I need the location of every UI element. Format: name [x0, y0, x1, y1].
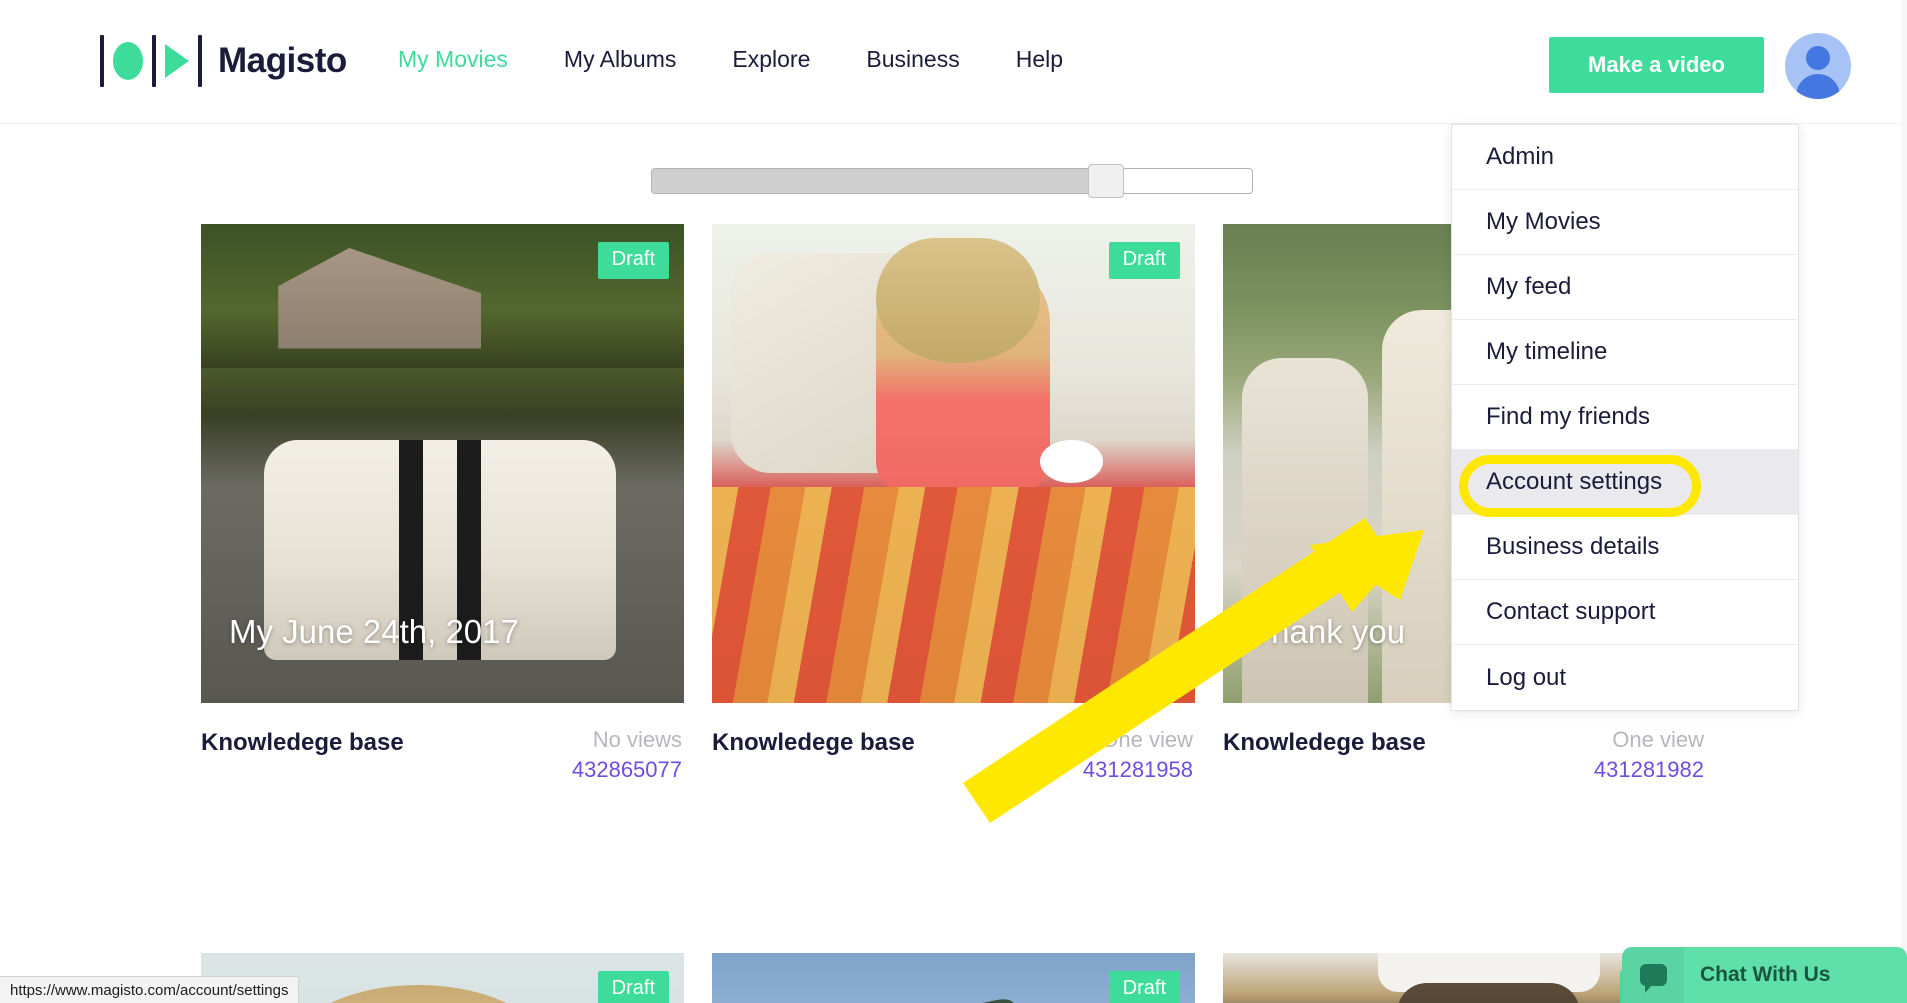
brand-name: Magisto [218, 41, 347, 80]
nav-item-help[interactable]: Help [1016, 46, 1063, 73]
chat-bubble-icon [1622, 947, 1684, 1003]
chat-with-us-widget[interactable]: Chat With Us [1622, 947, 1907, 1003]
zoom-slider[interactable] [651, 164, 1253, 198]
zoom-slider-thumb[interactable] [1088, 164, 1124, 198]
brand-logo[interactable]: Magisto [100, 30, 347, 92]
logo-bar-right [198, 35, 202, 87]
nav-item-my-movies[interactable]: My Movies [398, 46, 508, 73]
menu-item-account-settings[interactable]: Account settings [1452, 450, 1798, 515]
logo-bar-left [100, 35, 104, 87]
zoom-slider-fill [652, 169, 1104, 193]
movie-thumbnail[interactable]: Draft Stay warm [712, 224, 1195, 703]
movie-card[interactable]: Draft Stay warm Knowledege base One view… [712, 224, 1195, 795]
movie-views: No views [592, 727, 682, 752]
movie-thumbnail[interactable]: Draft My June 24th, 2017 [201, 224, 684, 703]
browser-status-bar: https://www.magisto.com/account/settings [0, 976, 300, 1003]
page-root: Magisto My Movies My Albums Explore Busi… [0, 0, 1907, 1003]
user-avatar-icon-head [1806, 46, 1830, 70]
user-avatar-icon-body [1796, 74, 1840, 99]
movie-name: Knowledege base [712, 729, 915, 756]
status-badge: Draft [597, 971, 669, 1003]
nav-item-explore[interactable]: Explore [732, 46, 810, 73]
movie-views: One view [1612, 727, 1704, 752]
magisto-play-logo-icon [100, 35, 202, 87]
nav-item-business[interactable]: Business [866, 46, 959, 73]
movie-id[interactable]: 431281982 [1594, 757, 1704, 783]
menu-item-my-movies[interactable]: My Movies [1452, 190, 1798, 255]
menu-item-log-out[interactable]: Log out [1452, 645, 1798, 710]
menu-item-admin[interactable]: Admin [1452, 125, 1798, 190]
movie-meta: Knowledege base One view 431281982 [1223, 727, 1706, 795]
movie-thumbnail[interactable]: Draft [712, 953, 1195, 1003]
zoom-slider-track[interactable] [651, 168, 1253, 194]
movie-overlay-title: My June 24th, 2017 [229, 613, 519, 650]
movie-overlay-title: Thank you [1251, 613, 1406, 650]
movie-id[interactable]: 431281958 [1083, 757, 1193, 783]
menu-item-contact-support[interactable]: Contact support [1452, 580, 1798, 645]
menu-item-my-timeline[interactable]: My timeline [1452, 320, 1798, 385]
menu-item-my-feed[interactable]: My feed [1452, 255, 1798, 320]
movie-card[interactable]: Draft My June 24th, 2017 Knowledege base… [201, 224, 684, 795]
status-badge: Draft [1108, 242, 1180, 279]
account-dropdown-menu: Admin My Movies My feed My timeline Find… [1451, 124, 1799, 711]
site-header: Magisto My Movies My Albums Explore Busi… [0, 0, 1907, 124]
movie-views: One view [1101, 727, 1193, 752]
menu-item-business-details[interactable]: Business details [1452, 515, 1798, 580]
movie-name: Knowledege base [1223, 729, 1426, 756]
status-badge: Draft [597, 242, 669, 279]
make-a-video-button[interactable]: Make a video [1549, 37, 1764, 93]
status-badge: Draft [1108, 971, 1180, 1003]
movie-name: Knowledege base [201, 729, 404, 756]
movies-row-2: Draft Draft Draft [201, 953, 1707, 1003]
chat-with-us-label: Chat With Us [1700, 963, 1831, 986]
movie-id[interactable]: 432865077 [572, 757, 682, 783]
thumbnail-image [712, 224, 1195, 703]
logo-play-triangle [165, 44, 189, 78]
main-nav: My Movies My Albums Explore Business Hel… [398, 46, 1119, 73]
movie-meta: Knowledege base No views 432865077 [201, 727, 684, 795]
nav-item-my-albums[interactable]: My Albums [564, 46, 676, 73]
logo-circle [113, 42, 143, 80]
movie-meta: Knowledege base One view 431281958 [712, 727, 1195, 795]
movie-card[interactable]: Draft [712, 953, 1195, 1003]
avatar[interactable] [1785, 33, 1851, 99]
logo-bar-mid [152, 35, 156, 87]
page-scrollbar[interactable] [1901, 0, 1907, 1003]
menu-item-find-my-friends[interactable]: Find my friends [1452, 385, 1798, 450]
